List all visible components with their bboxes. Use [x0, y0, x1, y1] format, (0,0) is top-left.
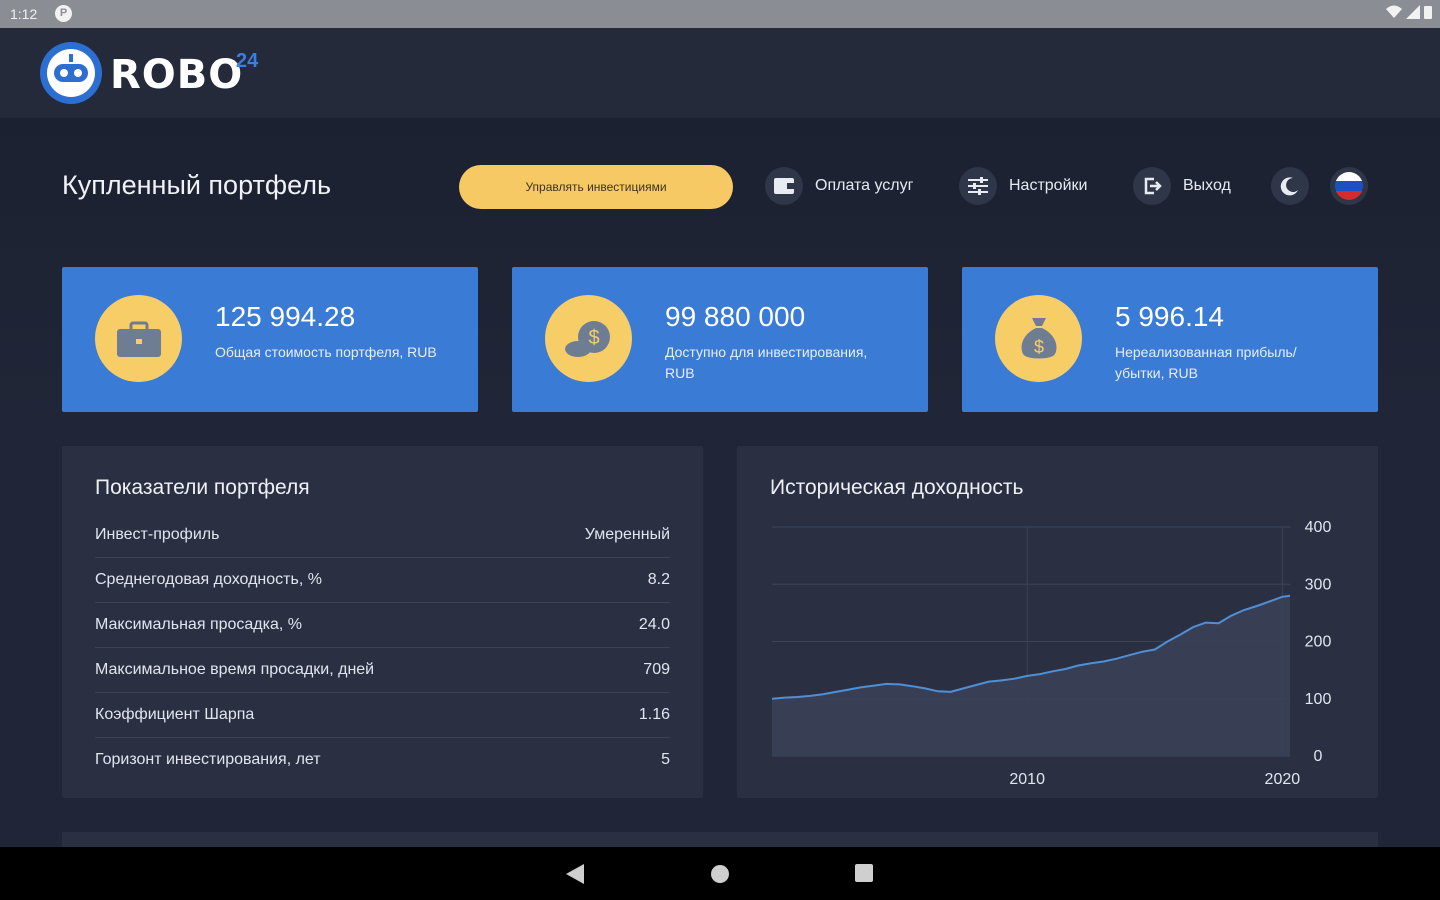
briefcase-icon	[95, 295, 182, 382]
stat-label: Нереализованная прибыль/убытки, RUB	[1115, 344, 1297, 381]
y-tick-label: 400	[1305, 519, 1332, 536]
wallet-icon	[765, 167, 803, 205]
battery-icon	[1424, 6, 1432, 19]
home-icon[interactable]	[710, 864, 730, 884]
signal-icon	[1406, 5, 1420, 19]
y-tick-label: 100	[1305, 691, 1332, 708]
metric-label: Коэффициент Шарпа	[95, 705, 255, 723]
nav-settings-label: Настройки	[1009, 177, 1088, 194]
dark-mode-icon[interactable]	[1271, 167, 1309, 205]
nav-payment-label: Оплата услуг	[815, 177, 914, 194]
metric-label: Максимальное время просадки, дней	[95, 660, 375, 678]
historical-return-chart: 0 100 200 300 400 2010 2020	[771, 519, 1332, 788]
nav-settings[interactable]: Настройки	[959, 166, 1087, 206]
metric-row: Горизонт инвестирования, лет 5	[95, 737, 670, 782]
coins-dollar-icon: $	[545, 295, 632, 382]
metric-value: 8.2	[647, 570, 670, 588]
recents-icon[interactable]	[855, 864, 873, 882]
nav-payment[interactable]: Оплата услуг	[765, 166, 913, 206]
svg-text:$: $	[1033, 337, 1043, 357]
status-bar: 1:12 P	[0, 0, 1440, 28]
app-header: ROBO 24	[0, 28, 1440, 118]
stat-card-unrealized-pnl: $ 5 996.14 Нереализованная прибыль/убытк…	[962, 267, 1378, 412]
stat-value: 99 880 000	[665, 301, 806, 332]
stat-card-portfolio-value: 125 994.28 Общая стоимость портфеля, RUB	[62, 267, 478, 412]
metric-label: Среднегодовая доходность, %	[95, 570, 322, 588]
notification-app-icon: P	[55, 5, 72, 22]
metric-value: 1.16	[638, 705, 670, 723]
logo-text: ROBO	[110, 52, 244, 98]
metric-row: Максимальное время просадки, дней 709	[95, 647, 670, 693]
historical-return-panel: Историческая доходность 0 100 200 300 400 201…	[737, 446, 1378, 798]
metric-row: Коэффициент Шарпа 1.16	[95, 692, 670, 738]
stat-value: 5 996.14	[1115, 301, 1224, 332]
logout-icon	[1133, 167, 1171, 205]
metric-label: Максимальная просадка, %	[95, 615, 302, 633]
x-tick-label: 2020	[1265, 771, 1301, 788]
stat-card-available: $ 99 880 000 Доступно для инвестирования…	[512, 267, 928, 412]
metric-label: Горизонт инвестирования, лет	[95, 750, 321, 768]
page-title: Купленный портфель	[62, 170, 332, 200]
russian-flag-icon[interactable]	[1330, 167, 1368, 205]
logo-suffix: 24	[236, 50, 259, 72]
nav-logout[interactable]: Выход	[1133, 166, 1231, 206]
metric-value: 24.0	[638, 615, 670, 633]
metrics-title: Показатели портфеля	[95, 476, 310, 499]
x-tick-label: 2010	[1009, 771, 1045, 788]
stat-value: 125 994.28	[215, 301, 356, 332]
y-tick-label: 300	[1305, 576, 1332, 593]
metric-value: Умеренный	[584, 525, 670, 543]
y-tick-label: 200	[1305, 634, 1332, 651]
wifi-icon	[1386, 5, 1402, 18]
settings-sliders-icon	[959, 167, 997, 205]
robot-logo-icon[interactable]	[40, 42, 102, 104]
back-icon[interactable]	[566, 864, 584, 884]
nav-logout-label: Выход	[1183, 177, 1231, 194]
stat-label: Доступно для инвестирования, RUB	[665, 344, 868, 381]
android-nav-bar	[0, 847, 1440, 900]
metric-row: Инвест-профиль Умеренный	[95, 512, 670, 558]
metric-value: 5	[661, 750, 670, 768]
main-content: Купленный портфель Управлять инвестициям…	[0, 118, 1440, 852]
system-icons	[1386, 5, 1432, 19]
stat-label: Общая стоимость портфеля, RUB	[215, 344, 437, 360]
y-tick-label: 0	[1314, 748, 1323, 765]
svg-text:$: $	[588, 327, 599, 349]
portfolio-metrics-panel: Показатели портфеля Инвест-профиль Умере…	[62, 446, 703, 798]
metric-label: Инвест-профиль	[95, 525, 220, 543]
manage-investments-button[interactable]: Управлять инвестициями	[459, 165, 733, 209]
money-bag-icon: $	[995, 295, 1082, 382]
metric-row: Среднегодовая доходность, % 8.2	[95, 557, 670, 603]
metric-value: 709	[643, 660, 670, 678]
status-time: 1:12	[10, 6, 38, 22]
metric-row: Максимальная просадка, % 24.0	[95, 602, 670, 648]
